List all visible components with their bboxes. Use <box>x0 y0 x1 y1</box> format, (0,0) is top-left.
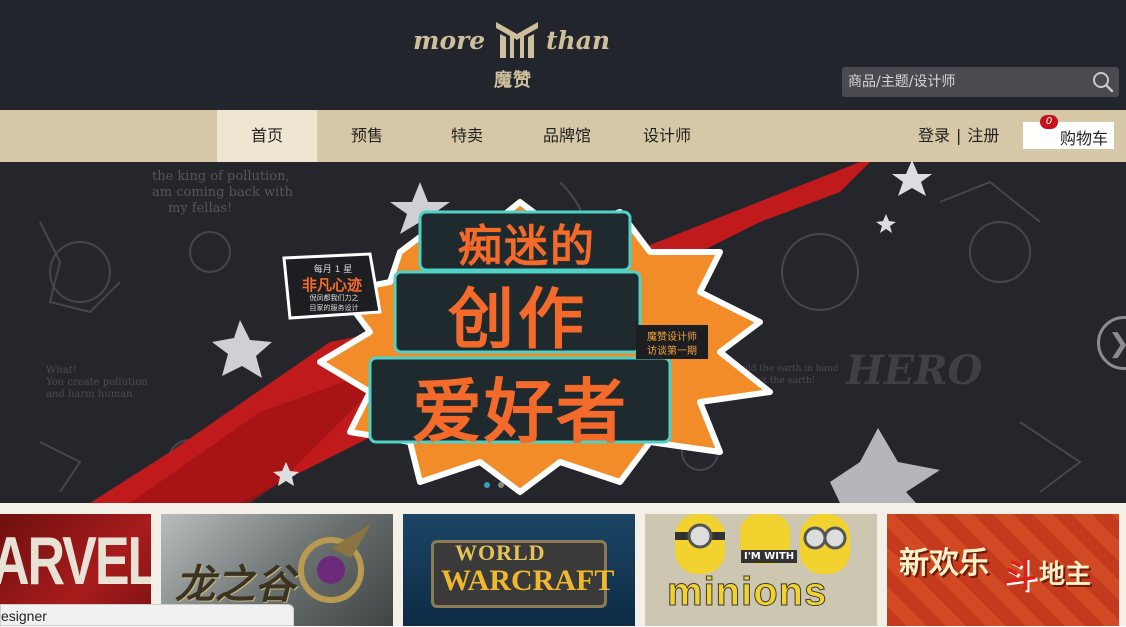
hero-banner[interactable]: the king of pollution, am coming back wi… <box>0 162 1126 503</box>
search-icon[interactable] <box>1091 71 1115 93</box>
site-logo[interactable]: more than 魔赞 <box>410 14 625 94</box>
cart-count-badge: 0 <box>1040 115 1058 129</box>
thumb-marvel-title: ARVEL <box>0 524 151 600</box>
star-6 <box>830 428 940 503</box>
star-3 <box>892 162 932 196</box>
side-tag-line2: 非凡心迹 <box>301 276 362 294</box>
logo-mark-icon <box>496 22 538 58</box>
slide-dot-2[interactable] <box>498 482 504 488</box>
side-tag-line3: 倪凤都我们力之 <box>309 294 359 302</box>
thumb-minions-title: minions <box>666 570 828 615</box>
search-box <box>842 67 1119 97</box>
nav-item-sale[interactable]: 特卖 <box>417 110 517 162</box>
logo-word-more: more <box>413 26 486 55</box>
login-link[interactable]: 登录 <box>918 126 950 145</box>
site-header: more than 魔赞 <box>0 0 1126 110</box>
headline-middle: 创作 <box>448 281 588 358</box>
star-2 <box>212 320 272 378</box>
register-link[interactable]: 注册 <box>967 126 999 145</box>
nav-item-presale[interactable]: 预售 <box>317 110 417 162</box>
nav-item-brands[interactable]: 品牌馆 <box>517 110 617 162</box>
thumb-doudizhu-title-2: 斗 <box>1003 556 1037 596</box>
side-tag-line4: 目家的服务设计 <box>309 304 359 312</box>
thumb-doudizhu[interactable]: 新欢乐 斗 地主 <box>887 514 1119 626</box>
star-4 <box>876 214 896 233</box>
thumb-doudizhu-title-3: 地主 <box>1039 560 1092 590</box>
right-tag-line1: 魔赞设计师 <box>647 332 697 343</box>
thumb-minions[interactable]: I'M WITH minions <box>645 514 877 626</box>
slide-dot-1[interactable] <box>484 482 490 488</box>
nav-item-home[interactable]: 首页 <box>217 110 317 162</box>
thumb-doudizhu-title: 新欢乐 <box>899 546 989 581</box>
auth-links: 登录 | 注册 <box>918 110 999 162</box>
auth-separator: | <box>956 126 962 145</box>
logo-word-than: than <box>546 26 611 55</box>
cart-label: 购物车 <box>1059 129 1108 148</box>
chevron-right-icon: ❯ <box>1108 329 1126 359</box>
thumb-dragon-valley-title: 龙之谷 <box>175 562 295 608</box>
logo-chinese-name: 魔赞 <box>494 70 532 91</box>
main-nav: 首页 预售 特卖 品牌馆 设计师 登录 | 注册 <box>0 110 1126 162</box>
right-tag-line2: 访谈第一期 <box>647 346 697 357</box>
thumb-wow-title: WARCRAFT <box>441 564 615 597</box>
thumb-minions-tag: I'M WITH <box>741 550 798 563</box>
thumb-world-of-warcraft[interactable]: WORLD WARCRAFT <box>403 514 635 626</box>
hover-tooltip: esigner <box>0 604 294 626</box>
headline-bottom: 爱好者 <box>412 371 628 453</box>
thumb-wow-title-top: WORLD <box>455 540 546 565</box>
headline-top: 痴迷的 <box>458 221 596 272</box>
search-input[interactable] <box>842 67 1082 97</box>
cart-button[interactable]: 0 购物车 <box>1023 115 1114 149</box>
nav-item-designers[interactable]: 设计师 <box>617 110 717 162</box>
